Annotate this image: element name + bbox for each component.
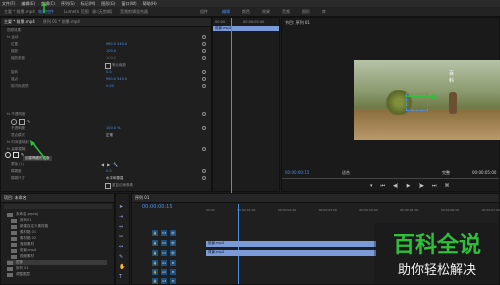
arrow-tab-head — [41, 2, 47, 6]
arrow-mask-head — [432, 94, 437, 100]
brand-subtitle: 助你轻松解决 — [397, 263, 476, 278]
brand-overlay: 百科全说 助你轻松解决 — [374, 223, 500, 285]
brand-title: 百科全说 — [392, 233, 481, 258]
arrow-tooltip — [31, 141, 47, 161]
arrow-mask — [404, 95, 433, 98]
